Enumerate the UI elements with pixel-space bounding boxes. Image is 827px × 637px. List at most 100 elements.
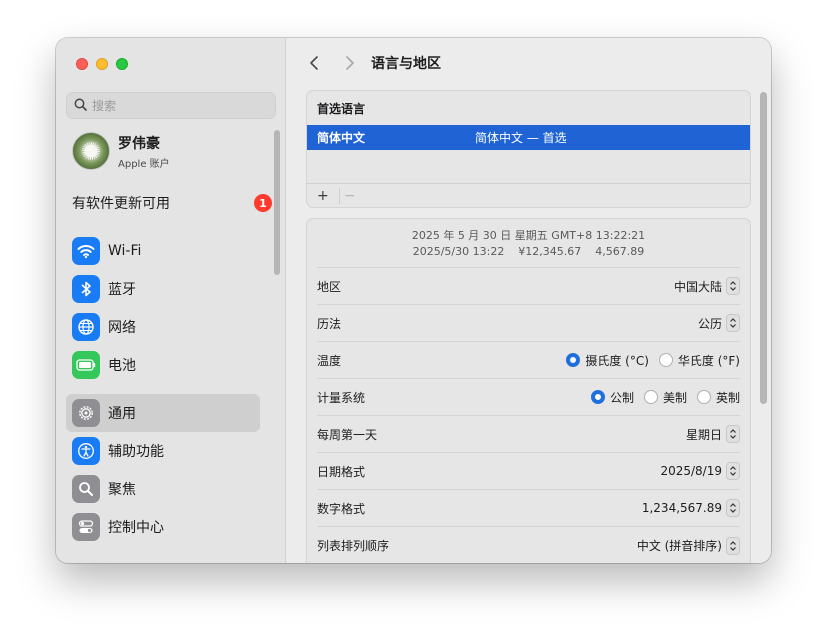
forward-button[interactable] <box>335 50 365 76</box>
account-name: 罗伟豪 <box>118 135 160 152</box>
region-row: 地区 中国大陆 <box>317 268 740 305</box>
sidebar-item-label: 辅助功能 <box>108 444 164 460</box>
temperature-radio-group: 摄氏度 (°C) 华氏度 (°F) <box>566 352 740 369</box>
radio-label: 摄氏度 (°C) <box>585 353 649 368</box>
chevron-left-icon <box>310 56 318 70</box>
sidebar-item-spotlight[interactable]: 聚焦 <box>66 470 260 508</box>
format-preview-line: 2025/5/30 13:22 ¥12,345.67 4,567.89 <box>412 245 645 258</box>
sidebar-item-label: 网络 <box>108 320 136 336</box>
back-button[interactable] <box>299 50 329 76</box>
calendar-value: 公历 <box>697 316 722 331</box>
radio-label: 华氏度 (°F) <box>677 353 740 368</box>
maximize-button[interactable] <box>116 58 128 70</box>
first-day-label: 每周第一天 <box>317 427 378 442</box>
number-format-popup[interactable]: 1,234,567.89 <box>642 499 740 517</box>
sidebar-item-label: 蓝牙 <box>108 282 136 298</box>
first-day-row: 每周第一天 星期日 <box>317 416 740 453</box>
language-list-footer: + − <box>307 183 750 207</box>
gear-icon <box>72 399 100 427</box>
date-format-value: 2025/8/19 <box>660 464 722 478</box>
calendar-popup[interactable]: 公历 <box>698 314 740 332</box>
chevron-right-icon <box>346 56 354 70</box>
date-format-row: 日期格式 2025/8/19 <box>317 453 740 490</box>
accessibility-icon <box>72 437 100 465</box>
sidebar-item-label: 通用 <box>108 406 136 422</box>
measurement-label: 计量系统 <box>317 390 366 405</box>
battery-icon <box>72 351 100 379</box>
celsius-radio[interactable]: 摄氏度 (°C) <box>566 352 649 369</box>
fahrenheit-radio[interactable]: 华氏度 (°F) <box>658 352 740 369</box>
radio-selected-icon <box>566 353 581 367</box>
list-sort-label: 列表排列顺序 <box>317 539 390 553</box>
first-day-popup[interactable]: 星期日 <box>686 425 740 443</box>
update-count-badge: 1 <box>254 194 272 212</box>
number-format-value: 1,234,567.89 <box>641 501 722 515</box>
updown-chevron-icon <box>726 462 740 480</box>
toolbar: 语言与地区 <box>287 50 771 76</box>
sidebar-item-control-center[interactable]: 控制中心 <box>66 508 260 546</box>
language-name: 简体中文 <box>317 131 366 145</box>
list-sort-popup[interactable]: 中文 (拼音排序) <box>636 536 740 555</box>
list-sort-value: 中文 (拼音排序) <box>636 539 722 553</box>
search-input[interactable] <box>92 98 262 113</box>
add-language-button[interactable]: + <box>313 188 333 204</box>
bluetooth-icon <box>72 275 100 303</box>
number-format-row: 数字格式 1,234,567.89 <box>317 490 740 527</box>
radio-unselected-icon <box>658 353 673 367</box>
sidebar-item-battery[interactable]: 电池 <box>66 346 260 384</box>
sidebar-item-network[interactable]: 网络 <box>66 308 260 346</box>
minimize-button[interactable] <box>96 58 108 70</box>
magnifier-icon <box>72 475 100 503</box>
list-sort-row: 列表排列顺序 中文 (拼音排序) <box>317 527 740 563</box>
region-label: 地区 <box>317 279 342 294</box>
software-update-item[interactable]: 有软件更新可用 1 <box>72 193 272 213</box>
content-scrollbar[interactable] <box>760 92 767 404</box>
radio-label: 公制 <box>609 390 634 405</box>
updown-chevron-icon <box>726 425 740 443</box>
measurement-radio-group: 公制 美制 英制 <box>590 389 740 406</box>
sidebar-item-accessibility[interactable]: 辅助功能 <box>66 432 260 470</box>
account-profile[interactable]: 罗伟豪 Apple 账户 <box>72 132 170 170</box>
sidebar-item-general[interactable]: 通用 <box>66 394 260 432</box>
search-icon <box>74 96 87 115</box>
sidebar-item-wifi[interactable]: Wi-Fi <box>66 232 260 270</box>
search-field[interactable] <box>66 92 276 119</box>
number-format-label: 数字格式 <box>317 501 366 516</box>
control-center-icon <box>72 513 100 541</box>
globe-icon <box>72 313 100 341</box>
account-subtitle: Apple 账户 <box>118 158 170 170</box>
sidebar-item-label: 聚焦 <box>108 482 136 498</box>
radio-selected-icon <box>590 390 605 404</box>
radio-label: 美制 <box>662 390 687 405</box>
updown-chevron-icon <box>726 536 740 555</box>
metric-radio[interactable]: 公制 <box>590 389 634 406</box>
remove-language-button[interactable]: − <box>338 187 360 204</box>
format-preview-line: 2025 年 5 月 30 日 星期五 GMT+8 13:22:21 <box>411 229 646 242</box>
updown-chevron-icon <box>726 314 740 332</box>
radio-unselected-icon <box>643 390 658 404</box>
radio-label: 英制 <box>715 390 740 405</box>
calendar-label: 历法 <box>317 316 342 331</box>
language-row[interactable]: 简体中文 简体中文 — 首选 <box>307 125 750 150</box>
radio-unselected-icon <box>696 390 711 404</box>
uk-radio[interactable]: 英制 <box>696 389 740 406</box>
sidebar-scrollbar[interactable] <box>274 130 280 275</box>
sidebar: 罗伟豪 Apple 账户 有软件更新可用 1 Wi-Fi 蓝牙 <box>56 38 286 563</box>
sidebar-item-bluetooth[interactable]: 蓝牙 <box>66 270 260 308</box>
preferred-languages-header: 首选语言 <box>317 101 366 116</box>
wifi-icon <box>72 237 100 265</box>
close-button[interactable] <box>76 58 88 70</box>
first-day-value: 星期日 <box>685 427 722 442</box>
sidebar-item-label: 控制中心 <box>108 520 164 536</box>
page-title: 语言与地区 <box>371 56 441 72</box>
region-popup[interactable]: 中国大陆 <box>674 277 740 295</box>
temperature-row: 温度 摄氏度 (°C) 华氏度 (°F) <box>317 342 740 379</box>
date-format-popup[interactable]: 2025/8/19 <box>660 462 740 480</box>
us-radio[interactable]: 美制 <box>643 389 687 406</box>
software-update-label: 有软件更新可用 <box>72 196 170 212</box>
sidebar-nav: Wi-Fi 蓝牙 网络 电池 通用 辅助功能 聚焦 控制中心 <box>66 232 260 546</box>
sidebar-item-label: Wi-Fi <box>108 243 142 259</box>
region-settings-panel: 2025 年 5 月 30 日 星期五 GMT+8 13:22:21 2025/… <box>306 218 751 563</box>
region-value: 中国大陆 <box>673 279 722 294</box>
calendar-row: 历法 公历 <box>317 305 740 342</box>
